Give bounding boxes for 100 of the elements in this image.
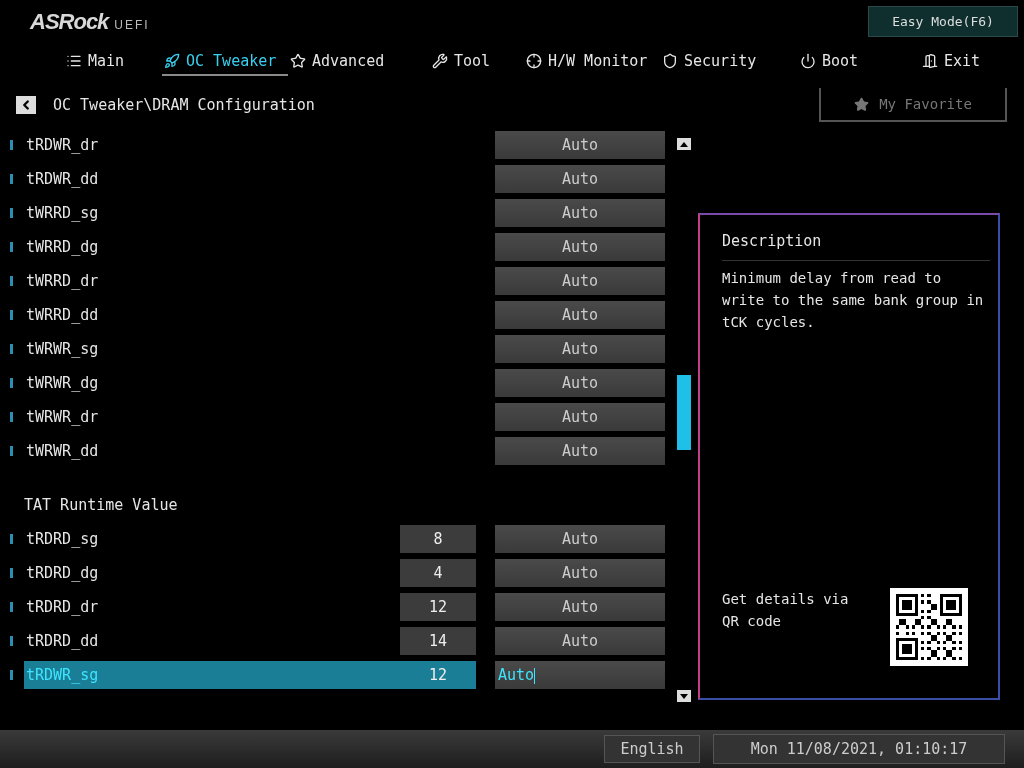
setting-row[interactable]: tRDRD_sg 8 xyxy=(24,525,476,553)
option-field[interactable]: Auto xyxy=(495,199,665,227)
setting-name: tWRRD_dg xyxy=(25,238,99,256)
nav-tab[interactable]: Boot xyxy=(798,48,920,76)
up-triangle-icon xyxy=(680,141,688,147)
nav-tab[interactable]: OC Tweaker xyxy=(162,48,288,76)
item-marker-icon xyxy=(10,534,13,544)
setting-name: tWRRD_dr xyxy=(25,272,99,290)
door-icon xyxy=(922,53,938,69)
setting-name: tWRWR_dr xyxy=(25,408,99,426)
scroll-down-button[interactable] xyxy=(677,690,691,702)
logo-suffix: UEFI xyxy=(114,18,150,32)
item-marker-icon xyxy=(10,344,13,354)
runtime-value: 14 xyxy=(400,627,476,655)
back-button[interactable] xyxy=(16,96,36,114)
setting-row[interactable]: tRDRD_dg 4 xyxy=(24,559,476,587)
description-text: Minimum delay from read to write to the same bank group in tCK cycles. xyxy=(722,269,985,332)
item-marker-icon xyxy=(10,446,13,456)
list-icon xyxy=(66,53,82,69)
nav-tab[interactable]: Security xyxy=(660,48,798,76)
setting-row[interactable]: tWRRD_dr xyxy=(24,267,476,295)
option-field[interactable]: Auto xyxy=(495,593,665,621)
runtime-value: 12 xyxy=(427,665,449,686)
date-time: Mon 11/08/2021, 01:10:17 xyxy=(713,734,1005,764)
crosshair-icon xyxy=(526,53,542,69)
setting-name: tWRWR_dg xyxy=(25,374,99,392)
setting-row[interactable]: tWRRD_dd xyxy=(24,301,476,329)
item-marker-icon xyxy=(10,568,13,578)
setting-row[interactable]: tWRWR_sg xyxy=(24,335,476,363)
item-marker-icon xyxy=(10,310,13,320)
setting-name: tRDRD_dr xyxy=(25,598,99,616)
option-field[interactable]: Auto xyxy=(495,403,665,431)
item-marker-icon xyxy=(10,242,13,252)
item-marker-icon xyxy=(10,276,13,286)
setting-row[interactable]: tWRWR_dr xyxy=(24,403,476,431)
star-icon xyxy=(854,96,870,112)
rocket-icon xyxy=(164,53,180,69)
setting-name: tWRRD_dd xyxy=(25,306,99,324)
text-cursor xyxy=(534,667,536,684)
option-field[interactable]: Auto xyxy=(495,627,665,655)
item-marker-icon xyxy=(10,140,13,150)
setting-name: tRDWR_dr xyxy=(25,136,99,154)
setting-name: tRDWR_sg xyxy=(25,666,99,684)
wrench-icon xyxy=(432,53,448,69)
easy-mode-button[interactable]: Easy Mode(F6) xyxy=(868,5,1018,37)
down-triangle-icon xyxy=(680,693,688,699)
option-field[interactable]: Auto xyxy=(495,335,665,363)
nav-tab[interactable]: Exit xyxy=(920,48,1000,76)
option-field[interactable]: Auto xyxy=(495,267,665,295)
setting-name: tWRRD_sg xyxy=(25,204,99,222)
item-marker-icon xyxy=(10,174,13,184)
setting-row[interactable]: tRDRD_dd 14 xyxy=(24,627,476,655)
setting-row[interactable]: tWRWR_dg xyxy=(24,369,476,397)
setting-row[interactable]: tWRRD_sg xyxy=(24,199,476,227)
runtime-value: 8 xyxy=(400,525,476,553)
option-field[interactable]: Auto xyxy=(495,233,665,261)
option-field[interactable]: Auto xyxy=(495,301,665,329)
breadcrumb-path: OC Tweaker\DRAM Configuration xyxy=(53,96,316,114)
item-marker-icon xyxy=(10,412,13,422)
option-field[interactable]: Auto xyxy=(495,525,665,553)
setting-row[interactable]: tRDWR_dd xyxy=(24,165,476,193)
qr-caption: Get details via QR code xyxy=(722,590,850,631)
option-field[interactable]: Auto xyxy=(495,661,665,689)
option-field[interactable]: Auto xyxy=(495,165,665,193)
nav-tab[interactable]: Tool xyxy=(430,48,524,76)
item-marker-icon xyxy=(10,378,13,388)
setting-row[interactable]: tRDRD_dr 12 xyxy=(24,593,476,621)
setting-name: tRDRD_dd xyxy=(25,632,99,650)
shield-icon xyxy=(662,53,678,69)
description-title: Description xyxy=(722,215,990,261)
runtime-value: 4 xyxy=(400,559,476,587)
setting-name: tRDRD_sg xyxy=(25,530,99,548)
setting-name: tWRWR_sg xyxy=(25,340,99,358)
selected-row-highlight[interactable]: tRDWR_sg 12 xyxy=(24,661,476,689)
setting-row[interactable]: tRDWR_dr xyxy=(24,131,476,159)
option-field[interactable]: Auto xyxy=(495,437,665,465)
nav-tab[interactable]: Advanced xyxy=(288,48,430,76)
scroll-up-button[interactable] xyxy=(677,138,691,150)
item-marker-icon xyxy=(10,670,13,680)
runtime-value: 12 xyxy=(400,593,476,621)
item-marker-icon xyxy=(10,208,13,218)
setting-name: tRDWR_dd xyxy=(25,170,99,188)
logo: ASRock xyxy=(30,9,109,35)
power-icon xyxy=(800,53,816,69)
option-field[interactable]: Auto xyxy=(495,131,665,159)
language-button[interactable]: English xyxy=(604,735,700,763)
setting-name: tRDRD_dg xyxy=(25,564,99,582)
option-field[interactable]: Auto xyxy=(495,369,665,397)
nav-tab[interactable]: H/W Monitor xyxy=(524,48,660,76)
star-icon xyxy=(290,53,306,69)
setting-name: tWRWR_dd xyxy=(25,442,99,460)
section-heading: TAT Runtime Value xyxy=(23,495,179,516)
item-marker-icon xyxy=(10,602,13,612)
my-favorite-button[interactable]: My Favorite xyxy=(819,88,1007,122)
item-marker-icon xyxy=(10,636,13,646)
option-field[interactable]: Auto xyxy=(495,559,665,587)
nav-tab[interactable]: Main xyxy=(64,48,162,76)
scrollbar-thumb[interactable] xyxy=(677,375,691,450)
setting-row[interactable]: tWRRD_dg xyxy=(24,233,476,261)
setting-row[interactable]: tWRWR_dd xyxy=(24,437,476,465)
